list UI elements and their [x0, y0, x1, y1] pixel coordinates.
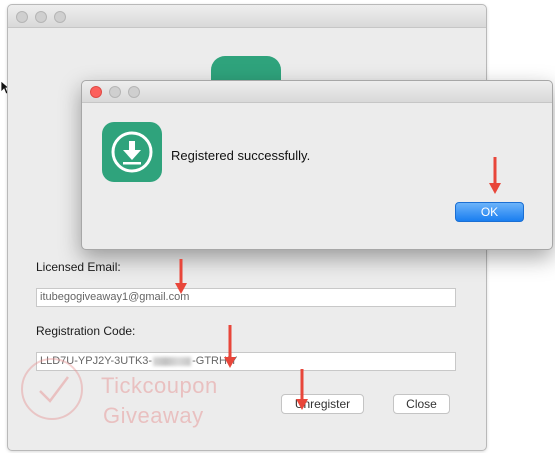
watermark: Tickcoupon Giveaway [18, 355, 238, 435]
dialog-message: Registered successfully. [171, 148, 311, 163]
ok-button[interactable]: OK [455, 202, 524, 222]
window-titlebar [8, 5, 486, 28]
zoom-window-button[interactable] [54, 11, 66, 23]
watermark-line2: Giveaway [103, 403, 204, 428]
dialog-titlebar [82, 81, 552, 103]
dialog-zoom-button[interactable] [128, 86, 140, 98]
arrow-down-icon [296, 369, 308, 410]
minimize-window-button[interactable] [35, 11, 47, 23]
dialog-close-button[interactable] [90, 86, 102, 98]
licensed-email-field[interactable]: itubegogiveaway1@gmail.com [36, 288, 456, 307]
arrow-down-icon [489, 157, 501, 194]
close-button[interactable]: Close [393, 394, 450, 414]
registration-code-label: Registration Code: [36, 324, 136, 338]
unregister-button[interactable]: Unregister [281, 394, 364, 414]
download-app-icon [102, 122, 162, 182]
watermark-check-icon [21, 358, 83, 420]
success-dialog: Registered successfully. OK [81, 80, 553, 250]
licensed-email-label: Licensed Email: [36, 260, 121, 274]
arrow-down-icon [175, 259, 187, 294]
dialog-minimize-button[interactable] [109, 86, 121, 98]
licensed-email-value: itubegogiveaway1@gmail.com [40, 291, 190, 303]
watermark-line1: Tickcoupon [101, 373, 218, 398]
close-window-button[interactable] [16, 11, 28, 23]
